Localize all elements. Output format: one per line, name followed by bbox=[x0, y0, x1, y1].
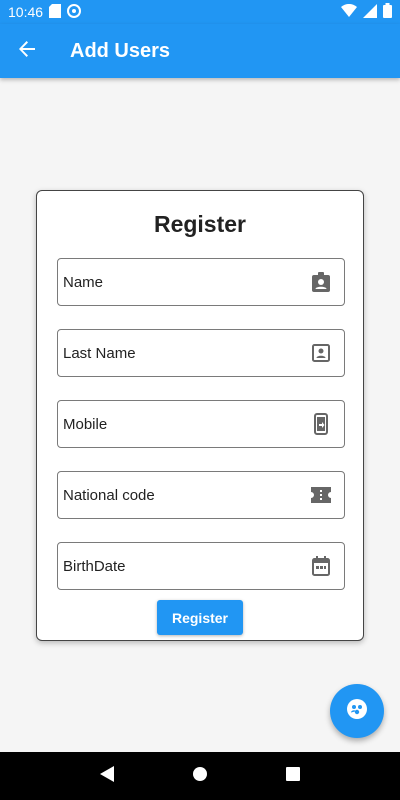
mobile-field-label: Mobile bbox=[63, 415, 108, 433]
back-triangle-icon bbox=[99, 765, 115, 787]
page-title: Add Users bbox=[70, 39, 171, 62]
mobile-field[interactable]: Mobile bbox=[57, 400, 345, 448]
nav-recents-button[interactable] bbox=[278, 761, 308, 791]
birthdate-field-label: BirthDate bbox=[63, 557, 126, 575]
badge-icon bbox=[304, 272, 338, 292]
calendar-icon bbox=[304, 556, 338, 576]
signal-icon bbox=[363, 3, 377, 21]
back-button[interactable] bbox=[0, 24, 54, 78]
group-fab-button[interactable] bbox=[330, 684, 384, 738]
register-button[interactable]: Register bbox=[157, 600, 243, 635]
nav-back-button[interactable] bbox=[92, 761, 122, 791]
vpn-icon bbox=[67, 3, 82, 21]
nav-home-button[interactable] bbox=[185, 761, 215, 791]
national-code-field-label: National code bbox=[63, 486, 155, 504]
recents-square-icon bbox=[286, 766, 301, 786]
status-bar: 10:46 bbox=[0, 0, 400, 24]
name-field-label: Name bbox=[63, 273, 104, 291]
name-field[interactable]: Name bbox=[57, 258, 345, 306]
status-time: 10:46 bbox=[8, 4, 44, 20]
status-left: 10:46 bbox=[8, 3, 82, 21]
contact-card-icon bbox=[304, 344, 338, 362]
battery-icon bbox=[383, 3, 392, 21]
wifi-icon bbox=[341, 3, 357, 20]
app-bar: Add Users bbox=[0, 24, 400, 78]
group-icon bbox=[346, 698, 368, 725]
home-circle-icon bbox=[192, 766, 208, 787]
register-card: Register Name Last Name Mobile National … bbox=[36, 190, 364, 641]
status-right bbox=[341, 3, 392, 21]
ticket-icon bbox=[304, 487, 338, 503]
last-name-field-label: Last Name bbox=[63, 344, 136, 362]
last-name-field[interactable]: Last Name bbox=[57, 329, 345, 377]
birthdate-field[interactable]: BirthDate bbox=[57, 542, 345, 590]
form-title: Register bbox=[153, 211, 247, 237]
national-code-field[interactable]: National code bbox=[57, 471, 345, 519]
arrow-back-icon bbox=[18, 40, 36, 63]
sd-card-icon bbox=[49, 3, 62, 21]
system-nav-bar bbox=[0, 752, 400, 800]
phone-forward-icon bbox=[304, 413, 338, 435]
